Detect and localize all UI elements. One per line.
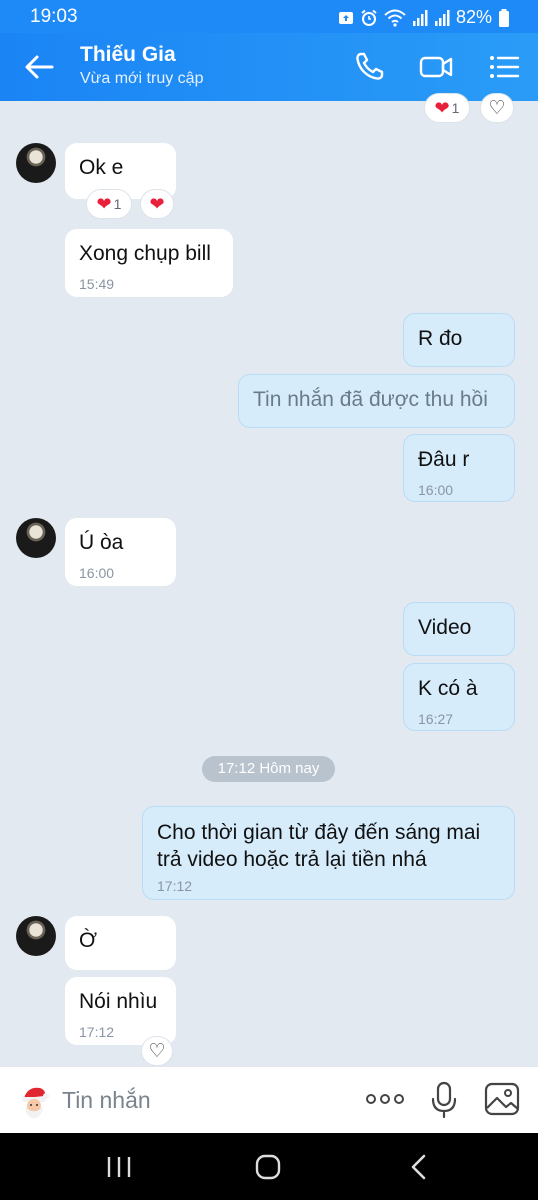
wifi-icon <box>384 9 406 27</box>
video-camera-icon[interactable] <box>418 50 454 84</box>
chat-header: Thiếu Gia Vừa mới truy cập <box>0 33 538 101</box>
reaction-pill[interactable]: ❤ 1 <box>424 93 470 123</box>
message-text: Ok e <box>79 156 124 179</box>
microphone-icon[interactable] <box>430 1081 458 1119</box>
message-text: Nói nhìu <box>79 990 158 1013</box>
status-icons: 82% <box>338 7 510 28</box>
home-icon[interactable] <box>253 1153 283 1181</box>
reaction-pill[interactable]: ❤ 1 <box>86 189 132 219</box>
back-nav-icon[interactable] <box>404 1153 434 1181</box>
message-bubble-outgoing[interactable]: Đâu r 16:00 <box>403 434 515 502</box>
message-bubble-incoming[interactable]: Nói nhìu 17:12 <box>65 977 176 1045</box>
signal-icon <box>412 9 428 26</box>
message-bubble-outgoing[interactable]: R đo <box>403 313 515 367</box>
message-time: 16:00 <box>79 565 115 581</box>
message-text: Ờ <box>79 929 98 952</box>
my-reaction-button[interactable]: ❤ <box>140 189 174 219</box>
recalled-message-bubble[interactable]: Tin nhắn đã được thu hồi <box>238 374 515 428</box>
avatar[interactable] <box>16 143 56 183</box>
message-time: 16:27 <box>418 711 454 727</box>
more-dots-icon[interactable] <box>365 1089 405 1109</box>
avatar[interactable] <box>16 916 56 956</box>
message-text: Xong chụp bill <box>79 242 211 265</box>
phone-icon[interactable] <box>352 50 388 84</box>
list-menu-icon[interactable] <box>486 50 522 84</box>
message-input[interactable] <box>62 1083 332 1117</box>
upload-notification-icon <box>338 11 353 24</box>
message-text: Tin nhắn đã được thu hồi <box>253 388 488 411</box>
back-arrow-icon[interactable] <box>22 51 56 83</box>
message-text: R đo <box>418 327 463 350</box>
message-time: 17:12 <box>157 878 193 894</box>
contact-status: Vừa mới truy cập <box>80 70 204 87</box>
message-text: K có à <box>418 677 478 700</box>
message-text: Ú òa <box>79 531 124 554</box>
image-icon[interactable] <box>484 1081 522 1117</box>
add-reaction-button[interactable]: ♡ <box>480 93 514 123</box>
recent-apps-icon[interactable] <box>104 1153 134 1181</box>
contact-name[interactable]: Thiếu Gia <box>80 43 176 67</box>
status-bar: 19:03 82% <box>0 0 538 33</box>
heart-icon: ❤ <box>434 98 450 118</box>
message-time: 17:12 <box>79 1024 115 1040</box>
message-time: 16:00 <box>418 482 454 498</box>
battery-percent: 82% <box>455 7 492 27</box>
alarm-icon <box>361 9 377 26</box>
message-text-line-2: trả video hoặc trả lại tiền nhá <box>157 848 427 871</box>
android-nav-bar <box>0 1133 538 1200</box>
message-bubble-outgoing[interactable]: K có à 16:27 <box>403 663 515 731</box>
signal-icon <box>434 9 450 26</box>
battery-icon <box>499 8 509 27</box>
reaction-count: 1 <box>113 196 122 212</box>
message-bubble-outgoing[interactable]: Video <box>403 602 515 656</box>
message-text: Video <box>418 616 472 639</box>
message-list[interactable]: ❤ 1 ♡ Ok e ❤ 1 ❤ Xong chụp bill 15:49 R … <box>0 93 538 1066</box>
message-bubble-incoming[interactable]: Ờ <box>65 916 176 970</box>
heart-icon: ❤ <box>149 194 165 214</box>
heart-outline-icon: ♡ <box>148 1040 166 1062</box>
message-input-bar <box>0 1066 538 1133</box>
heart-icon: ❤ <box>96 194 112 214</box>
avatar[interactable] <box>16 518 56 558</box>
message-bubble-incoming[interactable]: Xong chụp bill 15:49 <box>65 229 233 297</box>
date-divider: 17:12 Hôm nay <box>202 756 335 782</box>
message-text-line-1: Cho thời gian từ đây đến sáng mai <box>157 821 481 844</box>
message-bubble-incoming[interactable]: Ú òa 16:00 <box>65 518 176 586</box>
message-time: 15:49 <box>79 276 115 292</box>
message-text: Đâu r <box>418 448 470 471</box>
message-bubble-outgoing[interactable]: Cho thời gian từ đây đến sáng mai trả vi… <box>142 806 515 900</box>
add-reaction-button[interactable]: ♡ <box>141 1036 173 1066</box>
reaction-count: 1 <box>451 100 460 116</box>
heart-outline-icon: ♡ <box>488 97 506 119</box>
santa-sticker-icon[interactable] <box>18 1084 50 1118</box>
status-time: 19:03 <box>30 6 78 27</box>
